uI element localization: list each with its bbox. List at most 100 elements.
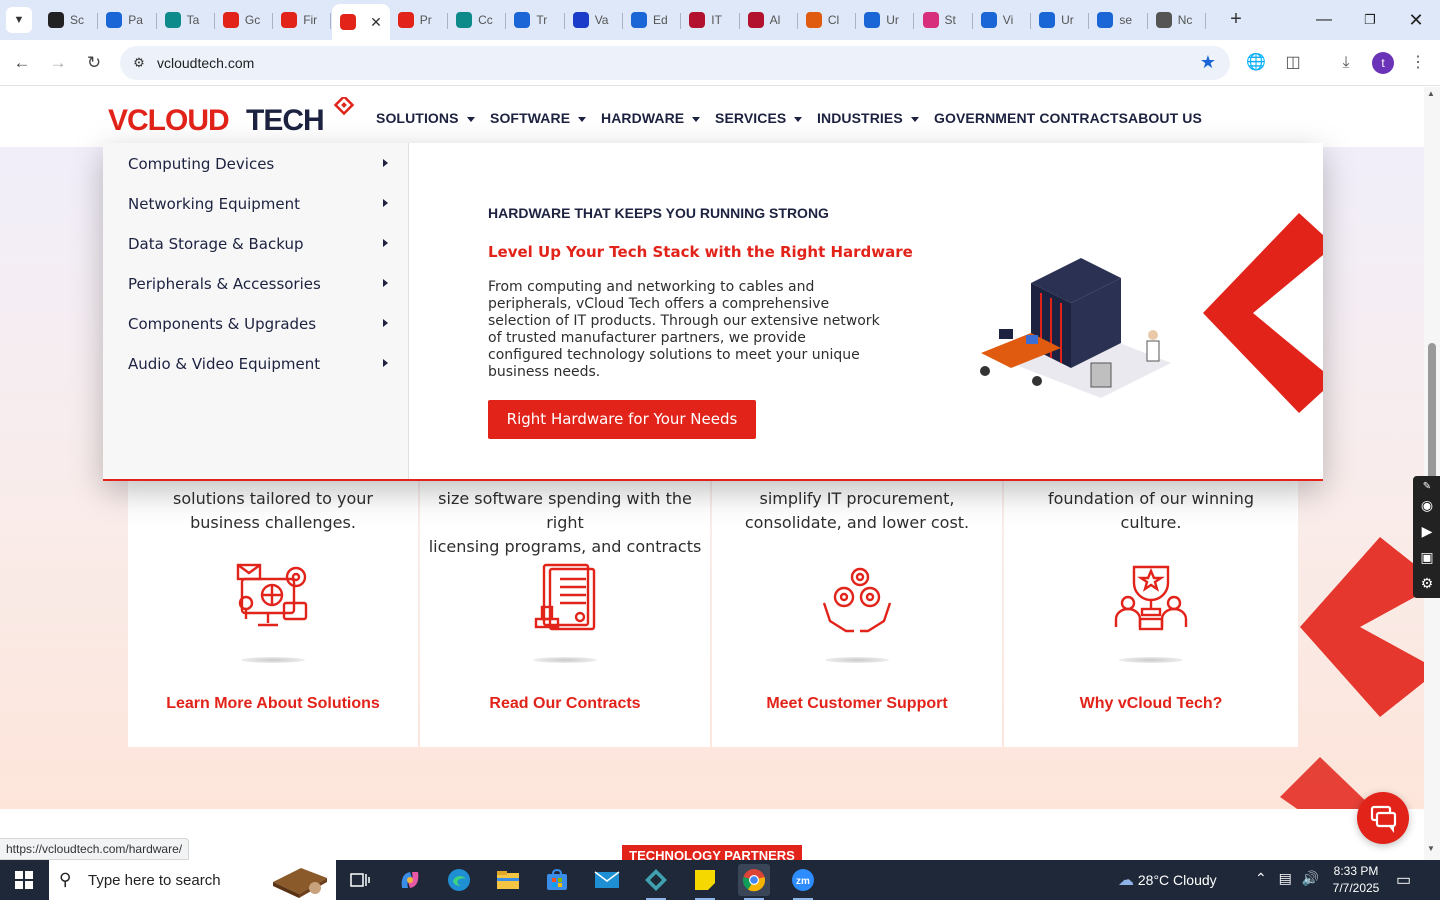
back-arrow-icon[interactable]: ← <box>10 51 34 75</box>
minimize-icon[interactable]: — <box>1308 8 1340 32</box>
weather-widget[interactable]: ☁ 28°C Cloudy <box>1118 870 1217 890</box>
scroll-up-icon[interactable]: ▲ <box>1427 89 1435 98</box>
solutions-icon <box>236 563 308 627</box>
camera-icon[interactable]: ◉ <box>1418 496 1436 514</box>
browser-tab[interactable]: IT <box>681 4 740 36</box>
tab-title: Ur <box>886 13 899 27</box>
clock[interactable]: 8:33 PM 7/7/2025 <box>1326 863 1386 897</box>
app-diamond-icon[interactable] <box>640 864 672 900</box>
settings-gear-icon[interactable]: ⚙ <box>1418 574 1436 592</box>
menu-government-contracts[interactable]: GOVERNMENT CONTRACTS <box>934 110 1128 126</box>
browser-tab[interactable]: Al <box>740 4 798 36</box>
menu-solutions[interactable]: SOLUTIONS <box>376 110 475 126</box>
menu-kebab-icon[interactable]: ⋮ <box>1407 52 1429 74</box>
reload-icon[interactable]: ↻ <box>82 51 106 75</box>
chevron-up-icon[interactable]: ⌃ <box>1255 870 1267 886</box>
browser-tab[interactable]: Ur <box>1031 4 1090 36</box>
menu-software[interactable]: SOFTWARE <box>490 110 587 126</box>
browser-tab[interactable]: Tr <box>506 4 565 36</box>
notification-icon[interactable]: ▭ <box>1396 870 1411 890</box>
svg-text:VCLOUD: VCLOUD <box>108 104 229 133</box>
tab-title: Nc <box>1177 13 1193 27</box>
restore-icon[interactable]: ❐ <box>1354 8 1386 32</box>
browser-tab[interactable]: Fir <box>273 4 332 36</box>
browser-tab[interactable]: Gc <box>215 4 274 36</box>
mega-item-peripherals[interactable]: Peripherals & Accessories <box>128 275 388 293</box>
video-icon[interactable]: ▶ <box>1418 522 1436 540</box>
new-tab-button[interactable]: + <box>1224 8 1248 32</box>
browser-tab[interactable]: Ur <box>856 4 915 36</box>
browser-tab[interactable]: Ta <box>157 4 215 36</box>
why-vcloud-link[interactable]: Why vCloud Tech? <box>1004 695 1298 713</box>
browser-tab[interactable]: Ed <box>623 4 682 36</box>
right-hardware-button[interactable]: Right Hardware for Your Needs <box>488 400 756 439</box>
clock-date: 7/7/2025 <box>1332 881 1380 895</box>
tab-search-button[interactable]: ▼ <box>6 7 32 33</box>
browser-tab[interactable]: Pa <box>98 4 157 36</box>
scroll-down-icon[interactable]: ▼ <box>1427 844 1435 853</box>
download-icon[interactable]: ⤓ <box>1335 52 1357 74</box>
network-icon[interactable]: ▤ <box>1279 870 1292 886</box>
browser-tab[interactable]: St <box>915 4 973 36</box>
search-icon: ⚲ <box>59 870 72 889</box>
menu-hardware[interactable]: HARDWARE <box>601 110 701 126</box>
windows-start-button[interactable] <box>0 860 48 900</box>
mega-headline: HARDWARE THAT KEEPS YOU RUNNING STRONG <box>488 205 829 221</box>
tab-favicon-icon <box>864 12 881 28</box>
microsoft-store-icon[interactable] <box>541 864 573 896</box>
caret-down-icon <box>692 116 701 122</box>
taskbar-search-placeholder[interactable]: Type here to search <box>88 872 221 889</box>
mega-item-audio-video[interactable]: Audio & Video Equipment <box>128 355 388 373</box>
site-settings-icon[interactable]: ⚙ <box>130 54 148 72</box>
vcloud-tech-logo[interactable]: VCLOUD TECH <box>108 97 358 133</box>
taskbar-search[interactable]: ⚲ Type here to search <box>49 860 336 900</box>
zoom-icon[interactable]: zm <box>787 864 819 900</box>
page-scrollbar[interactable]: ▲ ▼ <box>1424 87 1440 860</box>
mega-item-data-storage[interactable]: Data Storage & Backup <box>128 235 388 253</box>
close-window-icon[interactable]: ✕ <box>1400 8 1432 32</box>
browser-tab[interactable]: Vi <box>973 4 1032 36</box>
url-text[interactable]: vcloudtech.com <box>157 55 254 71</box>
extensions-icon[interactable]: ◫ <box>1282 52 1304 74</box>
chrome-icon[interactable] <box>738 864 770 900</box>
window-icon[interactable]: ▣ <box>1418 548 1436 566</box>
translate-icon[interactable]: 🌐 <box>1245 52 1267 74</box>
volume-icon[interactable]: 🔊 <box>1302 870 1319 886</box>
mail-icon[interactable] <box>591 864 623 896</box>
chat-button[interactable] <box>1357 792 1409 844</box>
copilot-icon[interactable] <box>394 864 426 896</box>
task-view-icon[interactable] <box>344 864 376 896</box>
read-contracts-link[interactable]: Read Our Contracts <box>420 695 710 713</box>
menu-about-us[interactable]: ABOUT US <box>1128 110 1202 126</box>
edge-browser-icon[interactable] <box>443 864 475 896</box>
tab-title: se <box>1119 13 1133 27</box>
learn-more-solutions-link[interactable]: Learn More About Solutions <box>128 695 418 713</box>
file-explorer-icon[interactable] <box>492 864 524 896</box>
menu-industries[interactable]: INDUSTRIES <box>817 110 919 126</box>
mega-item-components[interactable]: Components & Upgrades <box>128 315 388 333</box>
edit-icon[interactable]: ✎ <box>1418 478 1436 496</box>
system-tray[interactable]: ⌃ ▤ 🔊 <box>1255 870 1319 887</box>
forward-arrow-icon[interactable]: → <box>46 51 70 75</box>
sticky-notes-icon[interactable] <box>689 864 721 900</box>
mega-item-computing-devices[interactable]: Computing Devices <box>128 155 388 173</box>
close-tab-icon[interactable]: ✕ <box>370 14 382 31</box>
tab-title: Ed <box>653 13 668 27</box>
browser-tab[interactable]: Va <box>565 4 623 36</box>
browser-tab[interactable]: se <box>1089 4 1148 36</box>
menu-services[interactable]: SERVICES <box>715 110 803 126</box>
browser-tab[interactable]: Sc <box>40 4 99 36</box>
browser-tab[interactable]: Cl <box>798 4 857 36</box>
tab-title: Al <box>769 13 781 27</box>
meet-support-link[interactable]: Meet Customer Support <box>712 695 1002 713</box>
browser-tab[interactable]: Pr <box>390 4 449 36</box>
browser-tab[interactable]: Nc <box>1148 4 1206 36</box>
browser-tab[interactable]: Cc <box>448 4 507 36</box>
mega-item-networking-equipment[interactable]: Networking Equipment <box>128 195 388 213</box>
address-bar[interactable]: ⚙ vcloudtech.com ★ <box>120 46 1230 80</box>
icon-shadow <box>533 657 597 663</box>
tab-separator <box>1204 13 1206 29</box>
bookmark-star-icon[interactable]: ★ <box>1200 52 1216 73</box>
profile-avatar[interactable]: t <box>1372 52 1394 74</box>
browser-tab[interactable]: ✕ <box>331 4 390 40</box>
